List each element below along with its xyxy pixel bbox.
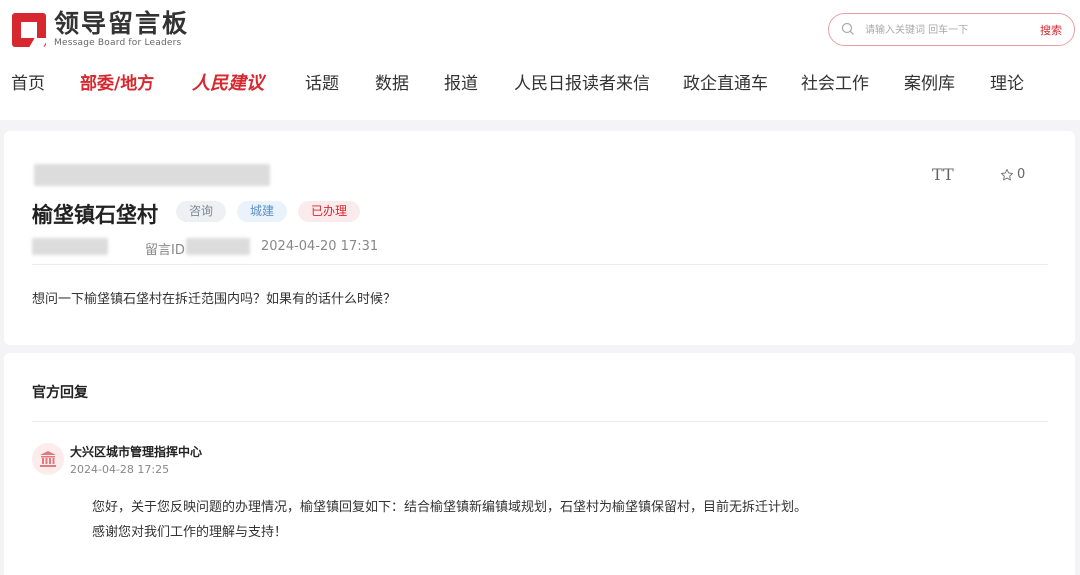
star-icon	[1000, 168, 1014, 180]
reply-body-line: 您好，关于您反映问题的办理情况，榆垡镇回复如下：结合榆垡镇新编镇域规划，石垡村为…	[92, 500, 808, 515]
nav-reader-letters[interactable]: 人民日报读者来信	[514, 68, 650, 100]
font-size-button[interactable]: TT	[932, 165, 954, 184]
divider	[32, 421, 1048, 422]
reply-date: 2024-04-28 17:25	[70, 463, 170, 476]
nav-enterprise[interactable]: 政企直通车	[683, 68, 768, 100]
divider	[32, 264, 1048, 265]
nav-social-work[interactable]: 社会工作	[801, 68, 869, 100]
redacted-message-id	[186, 238, 250, 255]
main-nav: 首页 部委/地方 人民建议 话题 数据 报道 人民日报读者来信 政企直通车 社会…	[0, 68, 1080, 102]
search-input[interactable]	[865, 20, 1025, 40]
redacted-breadcrumb	[34, 164, 270, 186]
message-id-label: 留言ID	[145, 243, 185, 258]
nav-topics[interactable]: 话题	[305, 68, 339, 100]
site-logo[interactable]: 领导留言板 Message Board for Leaders	[10, 10, 189, 49]
search-button[interactable]: 搜索	[1040, 22, 1062, 38]
redacted-author	[32, 238, 108, 255]
nav-ministries[interactable]: 部委/地方	[80, 68, 154, 100]
tag-urban-construction[interactable]: 城建	[237, 201, 288, 222]
search-box: 搜索	[828, 13, 1075, 46]
reply-heading: 官方回复	[32, 385, 88, 401]
message-title: 榆垡镇石垡村	[32, 203, 158, 227]
reply-org-name: 大兴区城市管理指挥中心	[70, 445, 203, 459]
reply-card: 官方回复 大兴区城市管理指挥中心 2024-04-28 17:25 您好，关于您…	[4, 353, 1075, 575]
message-tags: 咨询 城建 已办理	[176, 201, 361, 222]
logo-mark-icon	[10, 11, 49, 49]
favorite-button[interactable]: 0	[1000, 167, 1025, 182]
site-header: 领导留言板 Message Board for Leaders 搜索 首页 部委…	[0, 0, 1080, 120]
nav-data[interactable]: 数据	[375, 68, 409, 100]
favorite-count: 0	[1017, 167, 1026, 182]
nav-reports[interactable]: 报道	[444, 68, 478, 100]
logo-subtitle: Message Board for Leaders	[54, 38, 182, 48]
search-icon	[841, 22, 854, 35]
nav-theory[interactable]: 理论	[990, 68, 1024, 100]
reply-body-line: 感谢您对我们工作的理解与支持！	[92, 525, 288, 540]
message-date: 2024-04-20 17:31	[261, 239, 379, 254]
government-building-icon	[40, 451, 56, 467]
message-body: 想问一下榆垡镇石垡村在拆迁范围内吗？如果有的话什么时候？	[32, 292, 397, 307]
avatar	[32, 443, 64, 475]
nav-people-suggestion[interactable]: 人民建议	[192, 68, 264, 100]
nav-home[interactable]: 首页	[11, 68, 45, 100]
nav-case-library[interactable]: 案例库	[904, 68, 955, 100]
tag-consult[interactable]: 咨询	[176, 201, 227, 222]
logo-title: 领导留言板	[54, 9, 190, 38]
message-card: 榆垡镇石垡村 咨询 城建 已办理 TT 0 留言ID 2024-04-20 17…	[4, 131, 1075, 345]
status-badge: 已办理	[298, 201, 361, 222]
